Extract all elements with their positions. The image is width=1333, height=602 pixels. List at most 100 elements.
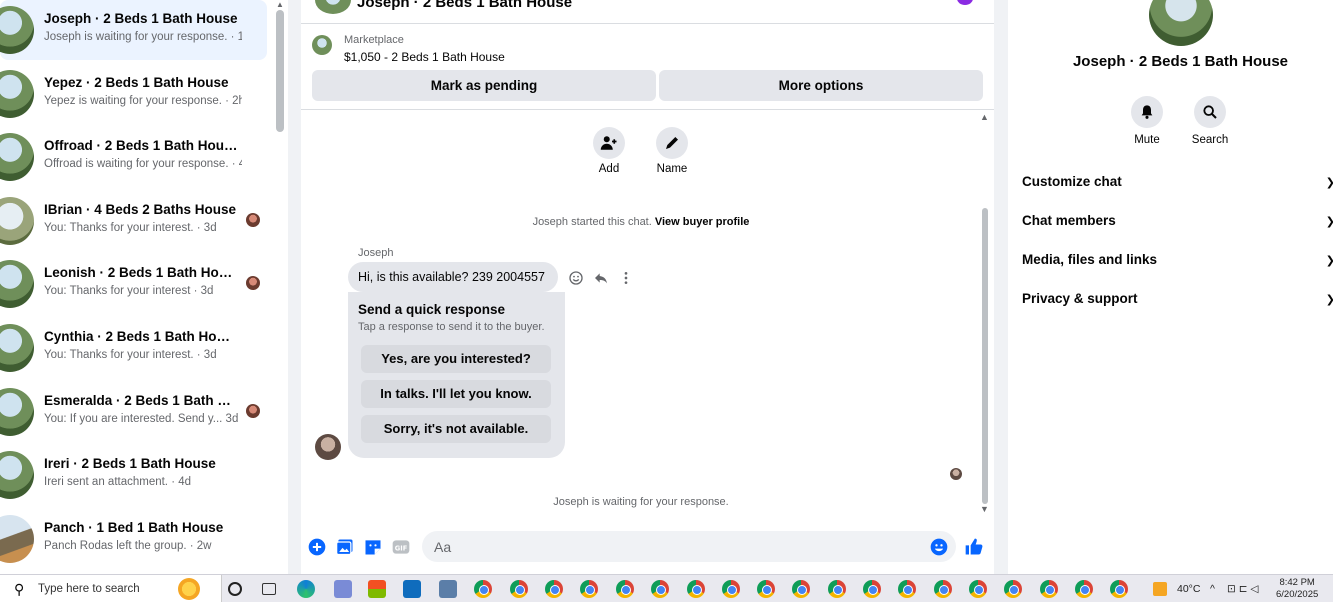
quick-response-button[interactable]: Sorry, it's not available. <box>361 415 551 443</box>
chrome-icon[interactable] <box>545 580 563 598</box>
name-chat-button[interactable] <box>656 127 688 159</box>
section-label: Customize chat <box>1022 174 1122 189</box>
avatar <box>0 70 34 118</box>
system-clock[interactable]: 8:42 PM 6/20/2025 <box>1276 577 1318 601</box>
edge-icon[interactable] <box>297 580 315 598</box>
conversation-preview: Panch Rodas left the group. · 2w <box>44 540 212 552</box>
conversation-title: Panch · 1 Bed 1 Bath House <box>44 520 224 535</box>
chrome-icon[interactable] <box>757 580 775 598</box>
view-buyer-profile-link[interactable]: View buyer profile <box>655 216 750 228</box>
chrome-icon[interactable] <box>616 580 634 598</box>
quick-response-button[interactable]: In talks. I'll let you know. <box>361 380 551 408</box>
message-bubble[interactable]: Hi, is this available? 239 2004557 <box>348 262 558 292</box>
conversation-item[interactable]: Joseph · 2 Beds 1 Bath House Joseph is w… <box>0 0 267 60</box>
chrome-icon[interactable] <box>969 580 987 598</box>
add-person-button[interactable] <box>593 127 625 159</box>
list-scrollbar[interactable] <box>276 10 284 132</box>
cortana-icon[interactable] <box>228 582 242 596</box>
chat-started-notice: Joseph started this chat. View buyer pro… <box>301 216 981 228</box>
avatar <box>0 260 34 308</box>
system-tray-icons[interactable]: ⊡ ⊏ ◁ <box>1227 583 1259 595</box>
scroll-up-icon[interactable]: ▲ <box>276 0 284 9</box>
section-label: Media, files and links <box>1022 252 1158 267</box>
thread-scrollbar[interactable] <box>982 208 988 504</box>
customize-chat-section[interactable]: Customize chat ❯ <box>1022 174 1333 196</box>
message-input[interactable] <box>422 531 956 562</box>
emoji-icon[interactable] <box>929 537 949 557</box>
taskbar-search-placeholder: Type here to search <box>38 583 140 595</box>
avatar <box>0 6 34 54</box>
chrome-icon[interactable] <box>474 580 492 598</box>
conversation-item[interactable]: Panch · 1 Bed 1 Bath House Panch Rodas l… <box>0 509 267 569</box>
chat-members-section[interactable]: Chat members ❯ <box>1022 213 1333 235</box>
conversation-item[interactable]: IBrian · 4 Beds 2 Baths House You: Thank… <box>0 191 267 251</box>
chrome-icon[interactable] <box>828 580 846 598</box>
taskbar-search[interactable]: ⚲ Type here to search <box>0 575 222 602</box>
chrome-icon[interactable] <box>792 580 810 598</box>
conversation-preview: You: Thanks for your interest. · 3d <box>44 349 217 361</box>
sticker-icon[interactable] <box>363 537 383 557</box>
conversation-item[interactable]: Offroad · 2 Beds 1 Bath House Offroad is… <box>0 127 267 187</box>
started-text: Joseph started this chat. <box>532 216 652 228</box>
more-icon[interactable] <box>618 270 634 286</box>
show-hidden-icons-icon[interactable]: ^ <box>1210 583 1215 595</box>
profile-avatar[interactable] <box>1149 0 1213 46</box>
calculator-icon[interactable] <box>439 580 457 598</box>
conversation-item[interactable]: Yepez · 2 Beds 1 Bath House Yepez is wai… <box>0 64 267 124</box>
app-icon[interactable] <box>334 580 352 598</box>
chrome-icon[interactable] <box>934 580 952 598</box>
conversation-preview: You: If you are interested. Send y... 3d <box>44 413 239 425</box>
react-icon[interactable] <box>568 270 584 286</box>
gif-icon[interactable]: GIF <box>391 537 411 557</box>
conversation-item[interactable]: Ireri · 2 Beds 1 Bath House Ireri sent a… <box>0 445 267 505</box>
seen-avatar <box>246 404 260 418</box>
chevron-down-icon: ❯ <box>1326 293 1333 306</box>
mail-icon[interactable] <box>403 580 421 598</box>
chevron-down-icon: ❯ <box>1326 176 1333 189</box>
search-button[interactable]: Search <box>1180 96 1240 146</box>
conversation-item[interactable]: Cynthia · 2 Beds 1 Bath House You: Thank… <box>0 318 267 378</box>
mute-button[interactable]: Mute <box>1117 96 1177 146</box>
store-icon[interactable] <box>368 580 386 598</box>
sender-name: Joseph <box>358 247 394 259</box>
chrome-icon[interactable] <box>722 580 740 598</box>
conversation-item[interactable]: Leonish · 2 Beds 1 Bath House You: Thank… <box>0 254 267 314</box>
chrome-icon[interactable] <box>687 580 705 598</box>
like-icon[interactable] <box>964 537 984 557</box>
chrome-icon[interactable] <box>1110 580 1128 598</box>
more-options-button[interactable]: More options <box>659 70 983 101</box>
chrome-icon[interactable] <box>1004 580 1022 598</box>
chrome-icon[interactable] <box>510 580 528 598</box>
photo-icon[interactable] <box>335 537 355 557</box>
windows-taskbar: ⚲ Type here to search 40°C ^ ⊡ ⊏ ◁ 8:42 … <box>0 574 1333 602</box>
info-icon[interactable] <box>957 0 973 5</box>
chrome-icon[interactable] <box>1075 580 1093 598</box>
chevron-down-icon: ❯ <box>1326 254 1333 267</box>
plus-icon[interactable] <box>307 537 327 557</box>
scroll-down-icon[interactable]: ▼ <box>980 504 989 514</box>
quick-response-card: Send a quick response Tap a response to … <box>348 292 565 458</box>
listing-title[interactable]: $1,050 - 2 Beds 1 Bath House <box>344 50 505 64</box>
chrome-icon[interactable] <box>898 580 916 598</box>
conversation-item[interactable]: Esmeralda · 2 Beds 1 Bath Hou... You: If… <box>0 382 267 442</box>
conversation-preview: You: Thanks for your interest · 3d <box>44 285 214 297</box>
chrome-icon[interactable] <box>863 580 881 598</box>
quick-response-button[interactable]: Yes, are you interested? <box>361 345 551 373</box>
avatar <box>0 133 34 181</box>
chrome-icon[interactable] <box>580 580 598 598</box>
mark-pending-button[interactable]: Mark as pending <box>312 70 656 101</box>
media-files-links-section[interactable]: Media, files and links ❯ <box>1022 252 1333 274</box>
avatar <box>315 0 351 14</box>
chat-header: Joseph · 2 Beds 1 Bath House <box>301 0 994 24</box>
chrome-icon[interactable] <box>651 580 669 598</box>
reply-icon[interactable] <box>593 270 609 286</box>
weather-icon[interactable] <box>1153 582 1167 596</box>
task-view-icon[interactable] <box>262 583 276 595</box>
conversation-list: Joseph · 2 Beds 1 Bath House Joseph is w… <box>0 0 288 574</box>
chrome-icon[interactable] <box>1040 580 1058 598</box>
scroll-up-icon[interactable]: ▲ <box>980 112 989 122</box>
marketplace-label: Marketplace <box>344 34 404 46</box>
privacy-support-section[interactable]: Privacy & support ❯ <box>1022 291 1333 313</box>
sender-avatar <box>315 434 341 460</box>
conversation-title: Offroad · 2 Beds 1 Bath House <box>44 138 238 153</box>
